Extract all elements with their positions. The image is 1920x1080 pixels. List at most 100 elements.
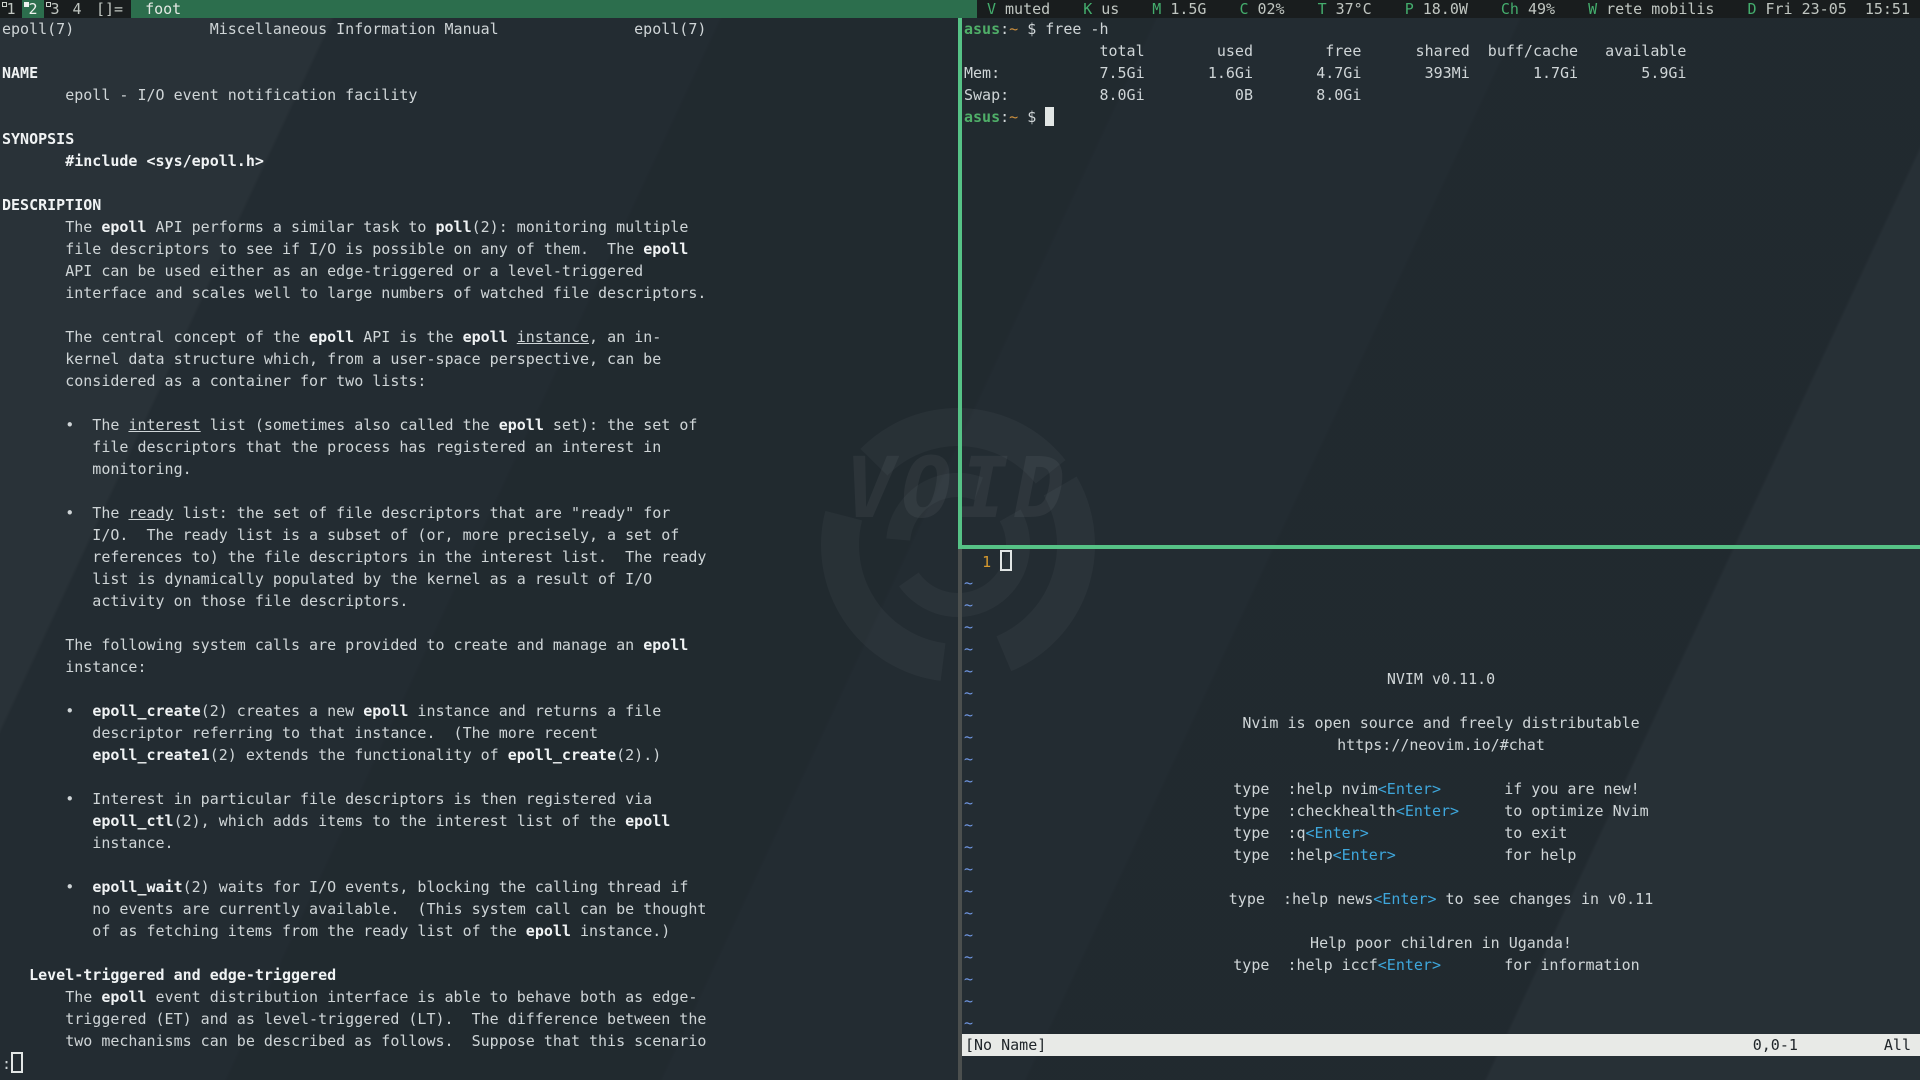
- manpage-line: [0, 480, 958, 502]
- manpage-line: two mechanisms can be described as follo…: [0, 1030, 958, 1052]
- manpage-line: kernel data structure which, from a user…: [0, 348, 958, 370]
- status-value: 37°C: [1336, 0, 1372, 18]
- status-value: 18.0W: [1423, 0, 1468, 18]
- tag-client-indicator: [24, 2, 29, 7]
- desktop: VOID 1234 []= foot VmutedKusM1.5GC02%T37…: [0, 0, 1920, 1080]
- status-key: D: [1747, 0, 1756, 18]
- manpage-line: [0, 392, 958, 414]
- terminal-free-pane[interactable]: asus:~ $ free -h total used free shared …: [962, 18, 1920, 545]
- tag-2[interactable]: 2: [22, 0, 44, 18]
- nvim-statusline: [No Name] 0,0-1 All: [962, 1034, 1920, 1056]
- terminal-line: asus:~ $ free -h: [962, 18, 1920, 40]
- nvim-intro-line: type :q<Enter> to exit: [962, 822, 1920, 844]
- neovim-window[interactable]: 1 ~~~~~~~~~~~~~~~~~~~~~ NVIM v0.11.0Nvim…: [962, 549, 1920, 1080]
- manpage-line: descriptor referring to that instance. (…: [0, 722, 958, 744]
- cursor-hollow: [1000, 550, 1012, 571]
- status-value: us: [1101, 0, 1119, 18]
- terminal-line: asus:~ $: [962, 106, 1920, 128]
- nvim-scroll-position: All: [1884, 1034, 1911, 1056]
- status-module-p: P 18.0W: [1405, 0, 1468, 18]
- manpage-line: triggered (ET) and as level-triggered (L…: [0, 1008, 958, 1030]
- manpage-line: list is dynamically populated by the ker…: [0, 568, 958, 590]
- status-value: rete mobilis: [1606, 0, 1714, 18]
- nvim-intro-line: type :help iccf<Enter> for information: [962, 954, 1920, 976]
- manpage-line: • epoll_create(2) creates a new epoll in…: [0, 700, 958, 722]
- nvim-intro-line: Nvim is open source and freely distribut…: [962, 712, 1920, 734]
- nvim-intro-line: type :help nvim<Enter> if you are new!: [962, 778, 1920, 800]
- layout-symbol[interactable]: []=: [88, 0, 131, 18]
- tag-label: 3: [50, 0, 59, 18]
- manpage-line: SYNOPSIS: [0, 128, 958, 150]
- manpage-line: • Interest in particular file descriptor…: [0, 788, 958, 810]
- nvim-intro-message: NVIM v0.11.0 Nvim is open source and free…: [962, 668, 1920, 976]
- manpage-line: • epoll_wait(2) waits for I/O events, bl…: [0, 876, 958, 898]
- manpage-line: [0, 40, 958, 62]
- manpage-line: API can be used either as an edge-trigge…: [0, 260, 958, 282]
- nvim-intro-line: [962, 756, 1920, 778]
- manpage-line: [0, 678, 958, 700]
- nvim-intro-line: Help poor children in Uganda!: [962, 932, 1920, 954]
- manpage-line: file descriptors to see if I/O is possib…: [0, 238, 958, 260]
- manpage-line: • The ready list: the set of file descri…: [0, 502, 958, 524]
- status-key: V: [987, 0, 996, 18]
- manpage-line: DESCRIPTION: [0, 194, 958, 216]
- manpage-line: [0, 612, 958, 634]
- nvim-empty-line: ~: [962, 594, 1920, 616]
- tag-label: 2: [28, 0, 37, 18]
- manpage-line: [0, 942, 958, 964]
- tag-1[interactable]: 1: [0, 0, 22, 18]
- manpage-line: [0, 854, 958, 876]
- tag-3[interactable]: 3: [44, 0, 66, 18]
- nvim-intro-line: type :help<Enter> for help: [962, 844, 1920, 866]
- tag-label: 4: [72, 0, 81, 18]
- nvim-empty-line: ~: [962, 1012, 1920, 1034]
- nvim-empty-line: ~: [962, 990, 1920, 1012]
- status-key: T: [1318, 0, 1327, 18]
- status-key: W: [1588, 0, 1597, 18]
- manpage-line: activity on those file descriptors.: [0, 590, 958, 612]
- manpage-line: file descriptors that the process has re…: [0, 436, 958, 458]
- nvim-intro-line: https://neovim.io/#chat: [962, 734, 1920, 756]
- status-value: 02%: [1257, 0, 1284, 18]
- status-key: K: [1083, 0, 1092, 18]
- manpage-line: instance.: [0, 832, 958, 854]
- terminal-line: Swap: 8.0Gi 0B 8.0Gi: [962, 84, 1920, 106]
- nvim-line-1: 1: [962, 550, 1920, 572]
- nvim-intro-line: type :checkhealth<Enter> to optimize Nvi…: [962, 800, 1920, 822]
- nvim-intro-line: [962, 910, 1920, 932]
- manpage-line: The central concept of the epoll API is …: [0, 326, 958, 348]
- workspace-tags: 1234: [0, 0, 88, 18]
- status-key: C: [1239, 0, 1248, 18]
- tag-4[interactable]: 4: [66, 0, 88, 18]
- manpage-line: The epoll event distribution interface i…: [0, 986, 958, 1008]
- status-module-w: Wrete mobilis: [1588, 0, 1714, 18]
- manpage-line: :: [0, 1052, 958, 1074]
- status-module-k: Kus: [1083, 0, 1119, 18]
- status-module-d: D Fri 23-05 15:51: [1747, 0, 1910, 18]
- status-module-m: M1.5G: [1152, 0, 1206, 18]
- manpage-line: [0, 106, 958, 128]
- terminal-content: asus:~ $ free -h total used free shared …: [962, 18, 1920, 128]
- status-key: Ch: [1501, 0, 1519, 18]
- manpage-line: [0, 304, 958, 326]
- status-modules: Vmuted Kus M1.5G C 02% T 37°C P 18.0W Ch 49% Wrete …: [977, 0, 1920, 18]
- manpage-line: epoll(7) Miscellaneous Information Manua…: [0, 18, 958, 40]
- status-module-ch: Ch 49%: [1501, 0, 1555, 18]
- status-key: P: [1405, 0, 1414, 18]
- status-bar: 1234 []= foot Vmuted Kus M1.5G C 02% T 37°C P 18…: [0, 0, 1920, 18]
- nvim-intro-line: [962, 690, 1920, 712]
- manpage-line: of as fetching items from the ready list…: [0, 920, 958, 942]
- nvim-buffer-name: [No Name]: [962, 1034, 1046, 1056]
- manpage-line: epoll_ctl(2), which adds items to the in…: [0, 810, 958, 832]
- manpage-line: #include <sys/epoll.h>: [0, 150, 958, 172]
- tag-client-indicator: [2, 2, 7, 7]
- manpage-content: epoll(7) Miscellaneous Information Manua…: [0, 18, 958, 1074]
- terminal-manpage-pane[interactable]: epoll(7) Miscellaneous Information Manua…: [0, 18, 958, 1080]
- manpage-line: NAME: [0, 62, 958, 84]
- window-title[interactable]: foot: [131, 0, 977, 18]
- status-module-v: Vmuted: [987, 0, 1050, 18]
- status-value: Fri 23-05 15:51: [1766, 0, 1911, 18]
- nvim-intro-line: NVIM v0.11.0: [962, 668, 1920, 690]
- manpage-line: no events are currently available. (This…: [0, 898, 958, 920]
- status-value: 49%: [1528, 0, 1555, 18]
